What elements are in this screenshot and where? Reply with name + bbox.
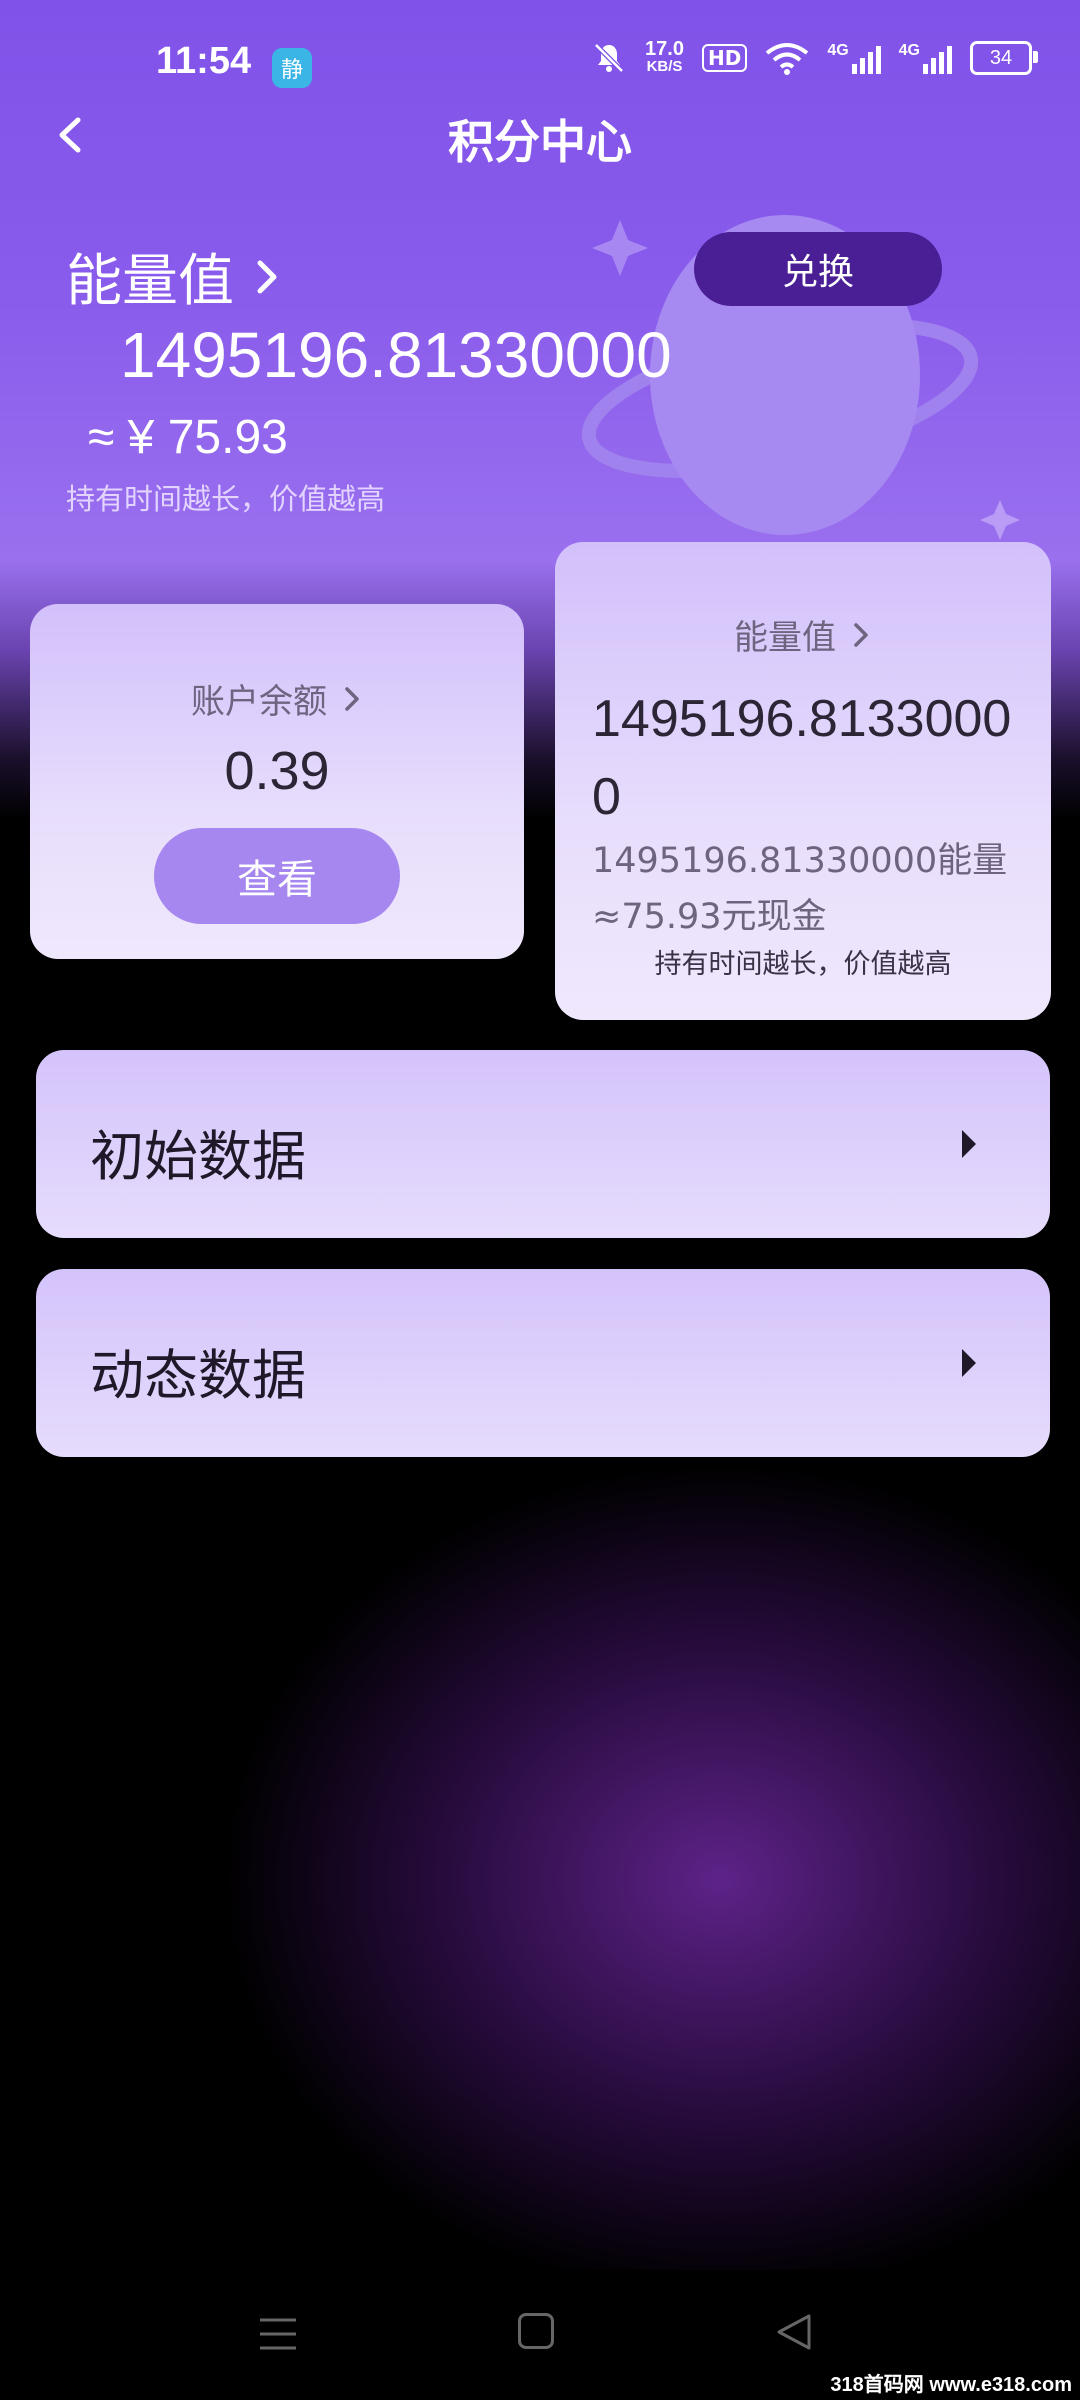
energy-label-link[interactable]: 能量值 <box>66 236 282 317</box>
balance-value: 0.39 <box>224 741 330 801</box>
back-triangle-icon[interactable] <box>775 2312 815 2352</box>
view-button[interactable]: 查看 <box>154 828 400 924</box>
network-speed: 17.0 KB/S <box>645 38 684 75</box>
caret-right-icon <box>962 1349 976 1377</box>
chevron-right-icon <box>345 686 359 711</box>
energy-label-text: 能量值 <box>66 249 234 314</box>
status-time: 11:54 <box>156 40 252 82</box>
page-title: 积分中心 <box>448 115 632 169</box>
energy-cash-value: ≈ ¥ 75.93 <box>88 411 288 464</box>
watermark: 318首码网 www.e318.com <box>830 2374 1072 2396</box>
menu-item-initial-data[interactable]: 初始数据 <box>36 1050 1050 1238</box>
energy-card-value: 1495196.81330000 <box>592 690 1012 826</box>
battery-icon: 34 <box>970 41 1038 75</box>
balance-label: 账户余额 <box>191 682 327 722</box>
balance-card: 账户余额 0.39 查看 <box>30 604 524 959</box>
chevron-right-icon <box>257 260 277 293</box>
signal-icon-2: 4G <box>899 42 952 74</box>
energy-card-hint: 持有时间越长，价值越高 <box>654 949 952 980</box>
notification-badge-icon: 静 <box>272 48 312 88</box>
energy-hint: 持有时间越长，价值越高 <box>66 482 386 516</box>
energy-value: 1495196.81330000 <box>120 319 672 391</box>
energy-card: 能量值 1495196.81330000 1495196.81330000能量 … <box>555 542 1051 1020</box>
hd-icon: HD <box>701 44 748 72</box>
balance-label-link[interactable]: 账户余额 <box>30 674 524 723</box>
wifi-icon <box>766 43 809 75</box>
mute-bell-icon <box>594 43 624 73</box>
energy-card-label-link[interactable]: 能量值 <box>555 610 1051 659</box>
chevron-right-icon <box>854 622 868 647</box>
status-icons: 17.0 KB/S HD 4G 4G 34 <box>591 38 1038 76</box>
menu-item-label: 初始数据 <box>90 1125 306 1188</box>
caret-right-icon <box>962 1130 976 1158</box>
menu-item-dynamic-data[interactable]: 动态数据 <box>36 1269 1050 1457</box>
menu-item-label: 动态数据 <box>90 1344 306 1407</box>
energy-card-label: 能量值 <box>734 618 836 658</box>
menu-icon[interactable] <box>258 2314 298 2354</box>
exchange-button[interactable]: 兑换 <box>694 232 942 306</box>
home-icon[interactable] <box>518 2313 554 2349</box>
energy-card-cash: ≈75.93元现金 <box>592 897 827 937</box>
signal-icon-1: 4G <box>827 42 881 74</box>
energy-card-amount: 1495196.81330000能量 <box>592 841 1008 881</box>
